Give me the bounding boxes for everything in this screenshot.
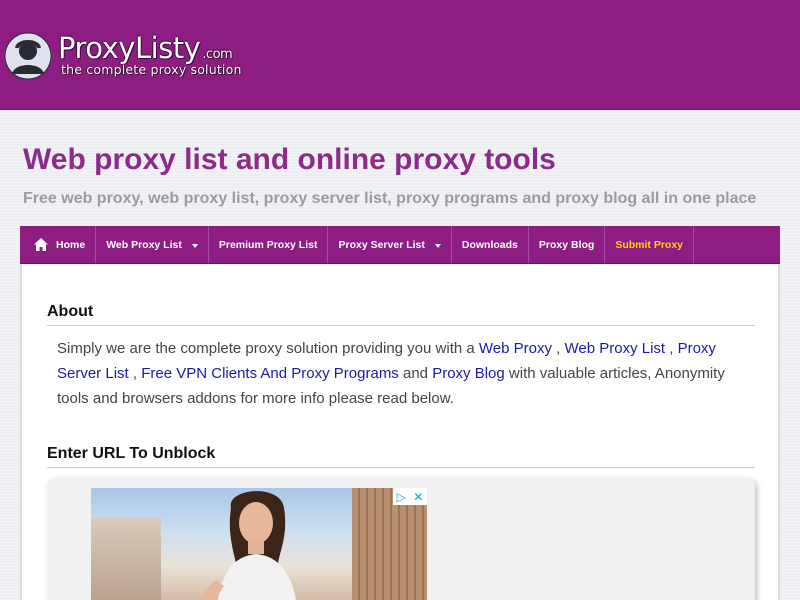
ad-background [91, 518, 161, 600]
nav-item-submit-proxy[interactable]: Submit Proxy [605, 226, 695, 263]
web-proxy-list-link[interactable]: Web Proxy List [564, 340, 665, 357]
ad-photo [199, 491, 296, 600]
nav-item-label: Home [56, 238, 86, 251]
site-logo[interactable]: ProxyListy .com the complete proxy soluti… [4, 30, 264, 82]
nav-item-premium-proxy-list[interactable]: Premium Proxy List [209, 226, 329, 263]
page-title: Web proxy list and online proxy tools [23, 143, 556, 176]
advertisement-banner[interactable]: ▷ ✕ [91, 488, 427, 600]
avatar-icon [4, 32, 52, 80]
main-nav: Home Web Proxy List Premium Proxy List P… [20, 226, 780, 264]
nav-item-label: Premium Proxy List [218, 238, 318, 251]
close-icon[interactable]: ✕ [413, 490, 423, 504]
nav-item-label: Downloads [461, 238, 518, 251]
logo-tagline: the complete proxy solution [61, 62, 242, 77]
nav-item-label: Proxy Blog [538, 238, 595, 251]
unblock-panel: ▷ ✕ [47, 478, 755, 600]
nav-item-web-proxy-list[interactable]: Web Proxy List [96, 226, 209, 263]
nav-item-label: Submit Proxy [615, 238, 684, 251]
about-heading: About [47, 303, 755, 326]
caret-down-icon [191, 243, 198, 248]
proxy-blog-link[interactable]: Proxy Blog [432, 365, 505, 382]
home-icon [34, 238, 48, 251]
nav-item-proxy-server-list[interactable]: Proxy Server List [328, 226, 452, 263]
nav-item-proxy-blog[interactable]: Proxy Blog [529, 226, 606, 263]
page-subtitle: Free web proxy, web proxy list, proxy se… [23, 190, 757, 207]
nav-item-label: Web Proxy List [106, 238, 182, 251]
about-text: Simply we are the complete proxy solutio… [57, 340, 725, 407]
caret-down-icon [434, 243, 441, 248]
site-header: ProxyListy .com the complete proxy soluti… [0, 0, 800, 110]
vpn-clients-link[interactable]: Free VPN Clients And Proxy Programs [141, 365, 399, 382]
main-content: About Simply we are the complete proxy s… [21, 264, 779, 600]
adchoices-icon[interactable]: ▷ [397, 490, 406, 504]
unblock-heading: Enter URL To Unblock [47, 445, 755, 468]
ad-badge[interactable]: ▷ ✕ [393, 488, 427, 505]
web-proxy-link[interactable]: Web Proxy [479, 340, 552, 357]
nav-item-label: Proxy Server List [338, 238, 425, 251]
nav-item-home[interactable]: Home [20, 226, 97, 263]
nav-item-downloads[interactable]: Downloads [452, 226, 529, 263]
